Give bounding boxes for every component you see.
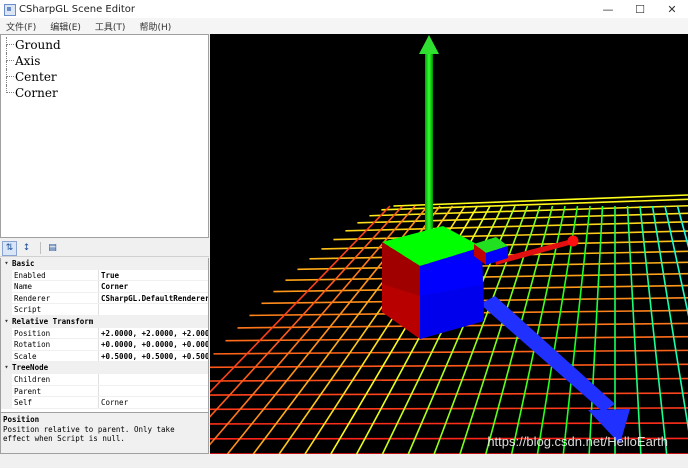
- property-row-script[interactable]: Script: [1, 304, 208, 316]
- property-name: Scale: [12, 350, 99, 362]
- property-pages-icon[interactable]: ▤: [45, 241, 60, 256]
- close-button[interactable]: ✕: [656, 0, 688, 18]
- grid-line: [639, 205, 668, 454]
- description-title: Position: [3, 415, 40, 424]
- grid-line: [210, 205, 404, 418]
- property-row-scale[interactable]: Scale +0.5000, +0.5000, +0.5000: [1, 350, 208, 363]
- property-value[interactable]: [99, 374, 208, 385]
- tree-item-label: Axis: [15, 54, 41, 68]
- title-bar: CSharpGL Scene Editor — ☐ ✕: [0, 0, 688, 18]
- property-value[interactable]: +0.5000, +0.5000, +0.5000: [99, 351, 208, 362]
- property-name: Name: [12, 281, 99, 292]
- scene-viewport[interactable]: https://blog.csdn.net/HelloEarth: [210, 34, 688, 454]
- property-row-rotation[interactable]: Rotation +0.0000, +0.0000, +0.0000: [1, 339, 208, 351]
- category-relative-transform[interactable]: ▾ Relative Transform: [1, 315, 208, 328]
- grid-line: [210, 377, 688, 382]
- property-row-children[interactable]: Children: [1, 373, 208, 386]
- status-bar: [0, 454, 688, 468]
- chevron-down-icon[interactable]: ▾: [1, 316, 12, 328]
- property-value[interactable]: [99, 386, 208, 397]
- tree-item-label: Corner: [15, 86, 58, 100]
- grid-line: [213, 349, 688, 355]
- minimize-button[interactable]: —: [592, 0, 624, 18]
- description-text: Position relative to parent. Only take e…: [3, 425, 175, 443]
- grid-line: [210, 392, 688, 396]
- scene-tree: Ground Axis Center Corner: [0, 34, 209, 238]
- property-value[interactable]: +2.0000, +2.0000, +2.0000: [99, 328, 208, 339]
- menu-bar: 文件(F) 编辑(E) 工具(T) 帮助(H): [0, 18, 688, 34]
- property-grid: ▾ Basic Enabled True Name Corner Rendere…: [0, 258, 209, 412]
- toolbar-separator: [40, 242, 41, 254]
- property-toolbar: ⇅ ↕ ▤: [0, 240, 209, 257]
- menu-edit[interactable]: 编辑(E): [50, 20, 81, 33]
- tree-item-axis[interactable]: Axis: [1, 53, 208, 69]
- property-name: Self: [12, 397, 99, 408]
- menu-help[interactable]: 帮助(H): [139, 20, 171, 33]
- grid-line: [664, 205, 688, 317]
- tree-item-ground[interactable]: Ground: [1, 37, 208, 53]
- category-treenode[interactable]: ▾ TreeNode: [1, 362, 208, 374]
- menu-file[interactable]: 文件(F): [6, 20, 36, 33]
- menu-tools[interactable]: 工具(T): [95, 20, 126, 33]
- maximize-button[interactable]: ☐: [624, 0, 656, 18]
- property-value[interactable]: CSharpGL.DefaultRenderer: [99, 293, 208, 304]
- property-name: Enabled: [12, 269, 99, 281]
- property-row-self[interactable]: Self Corner: [1, 397, 208, 409]
- tree-item-label: Center: [15, 70, 57, 84]
- property-row-enabled[interactable]: Enabled True: [1, 269, 208, 282]
- grid-line: [210, 363, 688, 369]
- property-name: Script: [12, 304, 99, 315]
- property-row-parent[interactable]: Parent: [1, 385, 208, 398]
- chevron-down-icon[interactable]: ▾: [1, 362, 12, 374]
- categorized-icon[interactable]: ⇅: [2, 240, 17, 256]
- chevron-down-icon[interactable]: ▾: [1, 258, 12, 270]
- property-name: Rotation: [12, 339, 99, 350]
- z-axis-arrow: [480, 296, 630, 444]
- grid-line: [297, 261, 688, 271]
- property-name: Position: [12, 327, 99, 339]
- property-description: Position Position relative to parent. On…: [0, 412, 209, 454]
- tree-item-corner[interactable]: Corner: [1, 85, 208, 101]
- scene-canvas: [210, 35, 688, 454]
- category-basic[interactable]: ▾ Basic: [1, 258, 208, 270]
- property-row-renderer[interactable]: Renderer CSharpGL.DefaultRenderer: [1, 292, 208, 305]
- property-value[interactable]: [99, 304, 208, 315]
- watermark-text: https://blog.csdn.net/HelloEarth: [487, 434, 668, 449]
- property-value[interactable]: +0.0000, +0.0000, +0.0000: [99, 339, 208, 350]
- property-row-position[interactable]: Position +2.0000, +2.0000, +2.0000: [1, 327, 208, 340]
- app-icon: [4, 4, 16, 16]
- property-value[interactable]: Corner: [99, 397, 208, 408]
- grid-line: [626, 205, 642, 454]
- center-cube: [382, 226, 484, 339]
- window-controls: — ☐ ✕: [592, 0, 688, 18]
- tree-item-center[interactable]: Center: [1, 69, 208, 85]
- property-name: Parent: [12, 385, 99, 397]
- property-name: Renderer: [12, 292, 99, 304]
- property-row-name[interactable]: Name Corner: [1, 281, 208, 293]
- alphabetical-icon[interactable]: ↕: [19, 241, 34, 256]
- property-name: Children: [12, 373, 99, 385]
- grid-line: [210, 407, 688, 411]
- grid-line: [651, 205, 688, 432]
- property-value[interactable]: Corner: [99, 281, 208, 292]
- tree-item-label: Ground: [15, 38, 61, 52]
- window-title: CSharpGL Scene Editor: [19, 3, 136, 15]
- property-value[interactable]: True: [99, 270, 208, 281]
- grid-line: [210, 205, 391, 394]
- grid-line: [285, 272, 688, 282]
